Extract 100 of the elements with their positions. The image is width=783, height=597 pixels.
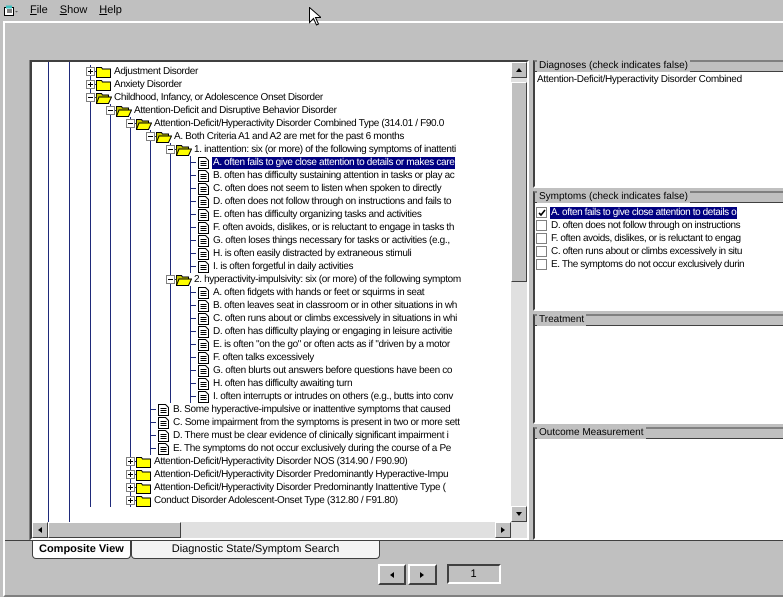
tree-item[interactable]: E. often has difficulty organizing tasks and activities	[212, 208, 422, 220]
checkbox[interactable]	[536, 246, 547, 257]
collapse-button[interactable]	[146, 132, 155, 141]
tree-item[interactable]: Attention-Deficit/Hyperactivity Disorder NOS (314.90 / F90.90)	[153, 456, 408, 468]
tree-item[interactable]: F. often avoids, dislikes, or is reluctant to engage in tasks th	[212, 222, 456, 234]
tree-item[interactable]: B. often has difficulty sustaining attention in tasks or play ac	[212, 170, 456, 182]
collapse-button[interactable]	[166, 275, 175, 284]
scroll-left-button[interactable]	[32, 522, 48, 538]
minus-icon	[128, 121, 133, 126]
tree-item[interactable]: F. often talks excessively	[212, 352, 315, 364]
document-icon	[198, 352, 209, 364]
folder-icon	[136, 494, 152, 506]
scroll-up-button[interactable]	[511, 62, 527, 78]
tree-item[interactable]: Attention-Deficit and Disruptive Behavior Disorder	[133, 104, 338, 116]
expand-button[interactable]	[126, 470, 135, 479]
expand-button[interactable]	[86, 80, 95, 89]
symptom-item[interactable]: C. often runs about or climbs excessively in situ	[550, 246, 744, 258]
folder-icon	[96, 66, 112, 78]
app-icon[interactable]	[4, 4, 18, 16]
tree-item[interactable]: E. The symptoms do not occur exclusively during the course of a Pe	[172, 442, 452, 454]
tree-item[interactable]: 2. hyperactivity-impulsivity: six (or more) of the following symptom	[193, 274, 462, 286]
tree-item[interactable]: B. often leaves seat in classroom or in other situations in wh	[212, 300, 458, 312]
expand-button[interactable]	[126, 496, 135, 505]
plus-icon	[128, 459, 133, 464]
plus-icon	[128, 498, 133, 503]
tree-item[interactable]: Childhood, Infancy, or Adolescence Onset Disorder	[113, 92, 324, 104]
document-icon	[198, 248, 209, 260]
symptom-item[interactable]: E. The symptoms do not occur exclusively durin	[550, 258, 746, 270]
tree-item[interactable]: H. often has difficulty awaiting turn	[212, 378, 354, 390]
tree-item[interactable]: 1. inattention: six (or more) of the following symptoms of inattenti	[193, 144, 457, 156]
document-icon	[198, 222, 209, 234]
tree-item[interactable]: I. is often forgetful in daily activities	[212, 260, 354, 272]
collapse-button[interactable]	[166, 145, 175, 154]
page-number-field[interactable]: 1	[446, 564, 500, 584]
diagnosis-item[interactable]: Attention-Deficit/Hyperactivity Disorder Combined	[537, 74, 781, 86]
tree-item[interactable]: D. often has difficulty playing or engaging in leisure activitie	[212, 326, 454, 338]
tree-item[interactable]: A. often fidgets with hands or feet or squirms in seat	[212, 286, 426, 298]
tree-item[interactable]: G. often loses things necessary for tasks or activities (e.g.,	[212, 234, 451, 246]
tree-item[interactable]: A. Both Criteria A1 and A2 are met for the past 6 months	[173, 130, 405, 142]
document-icon	[198, 170, 209, 182]
folder-icon	[96, 78, 112, 90]
scrollbar-thumb[interactable]	[511, 82, 527, 282]
tree-item[interactable]: Attention-Deficit/Hyperactivity Disorder Predominantly Inattentive Type (	[153, 482, 447, 494]
collapse-button[interactable]	[86, 93, 95, 102]
collapse-button[interactable]	[106, 106, 115, 115]
group-title: Treatment	[537, 314, 586, 326]
scrollbar-thumb[interactable]	[48, 522, 181, 538]
open-folder-icon	[136, 118, 152, 130]
folder-icon	[136, 482, 152, 494]
document-icon	[198, 260, 209, 272]
tree-item[interactable]: B. Some hyperactive-impulsive or inattentive symptoms that caused	[172, 404, 452, 416]
tree-item[interactable]: I. often interrupts or intrudes on others (e.g., butts into conv	[212, 390, 454, 402]
collapse-button[interactable]	[126, 119, 135, 128]
tab[interactable]: Composite View	[32, 541, 131, 559]
symptom-item[interactable]: D. often does not follow through on instructions	[550, 220, 742, 232]
arrow-icon	[418, 570, 426, 578]
arrow-icon	[388, 570, 396, 578]
expand-button[interactable]	[126, 483, 135, 492]
folder-icon	[136, 468, 152, 480]
menu-item[interactable]: Help	[99, 2, 122, 19]
previous-button[interactable]	[378, 564, 406, 585]
checkbox[interactable]	[536, 233, 547, 244]
scroll-right-button[interactable]	[495, 522, 511, 538]
document-icon	[158, 416, 169, 428]
tree-item[interactable]: C. Some impairment from the symptoms is present in two or more sett	[172, 416, 461, 428]
tree-item[interactable]: A. often fails to give close attention to details or makes care	[212, 156, 456, 168]
tree-item[interactable]: H. is often easily distracted by extraneous stimuli	[212, 248, 412, 260]
expand-button[interactable]	[86, 67, 95, 76]
open-folder-icon	[116, 104, 132, 116]
document-icon	[198, 312, 209, 324]
tree-item[interactable]: C. often does not seem to listen when spoken to directly	[212, 182, 442, 194]
tree-item[interactable]: Attention-Deficit/Hyperactivity Disorder Predominantly Hyperactive-Impu	[153, 468, 450, 480]
tree-item[interactable]: Adjustment Disorder	[113, 66, 199, 78]
tree-item[interactable]: C. often runs about or climbs excessively in situations in whi	[212, 312, 458, 324]
checkbox[interactable]	[536, 207, 547, 218]
minus-icon	[148, 134, 153, 139]
tree-item[interactable]: D. There must be clear evidence of clinically significant impairment i	[172, 430, 450, 442]
document-icon	[158, 442, 169, 454]
menu-item[interactable]: Show	[60, 2, 88, 19]
document-icon	[198, 156, 209, 168]
plus-icon	[88, 82, 93, 87]
plus-icon	[128, 472, 133, 477]
expand-button[interactable]	[126, 457, 135, 466]
open-folder-icon	[176, 274, 192, 286]
checkbox[interactable]	[536, 259, 547, 270]
tree-item[interactable]: D. often does not follow through on instructions and fails to	[212, 196, 452, 208]
checkbox[interactable]	[536, 220, 547, 231]
arrow-icon	[515, 66, 523, 74]
tree-item[interactable]: Anxiety Disorder	[113, 78, 183, 90]
menu-item[interactable]: File	[30, 2, 48, 19]
tab[interactable]: Diagnostic State/Symptom Search	[130, 541, 380, 559]
tree-item[interactable]: E. is often "on the go" or often acts as if "driven by a motor	[212, 338, 451, 350]
symptom-item[interactable]: A. often fails to give close attention to details o	[550, 206, 738, 218]
scroll-down-button[interactable]	[511, 506, 527, 522]
document-icon	[198, 326, 209, 338]
tree-item[interactable]: G. often blurts out answers before questions have been co	[212, 364, 454, 376]
tree-item[interactable]: Conduct Disorder Adolescent-Onset Type (312.80 / F91.80)	[153, 494, 399, 506]
tree-item[interactable]: Attention-Deficit/Hyperactivity Disorder Combined Type (314.01 / F90.0	[153, 118, 445, 130]
next-button[interactable]	[408, 564, 436, 585]
symptom-item[interactable]: F. often avoids, dislikes, or is reluctant to engag	[550, 232, 742, 244]
